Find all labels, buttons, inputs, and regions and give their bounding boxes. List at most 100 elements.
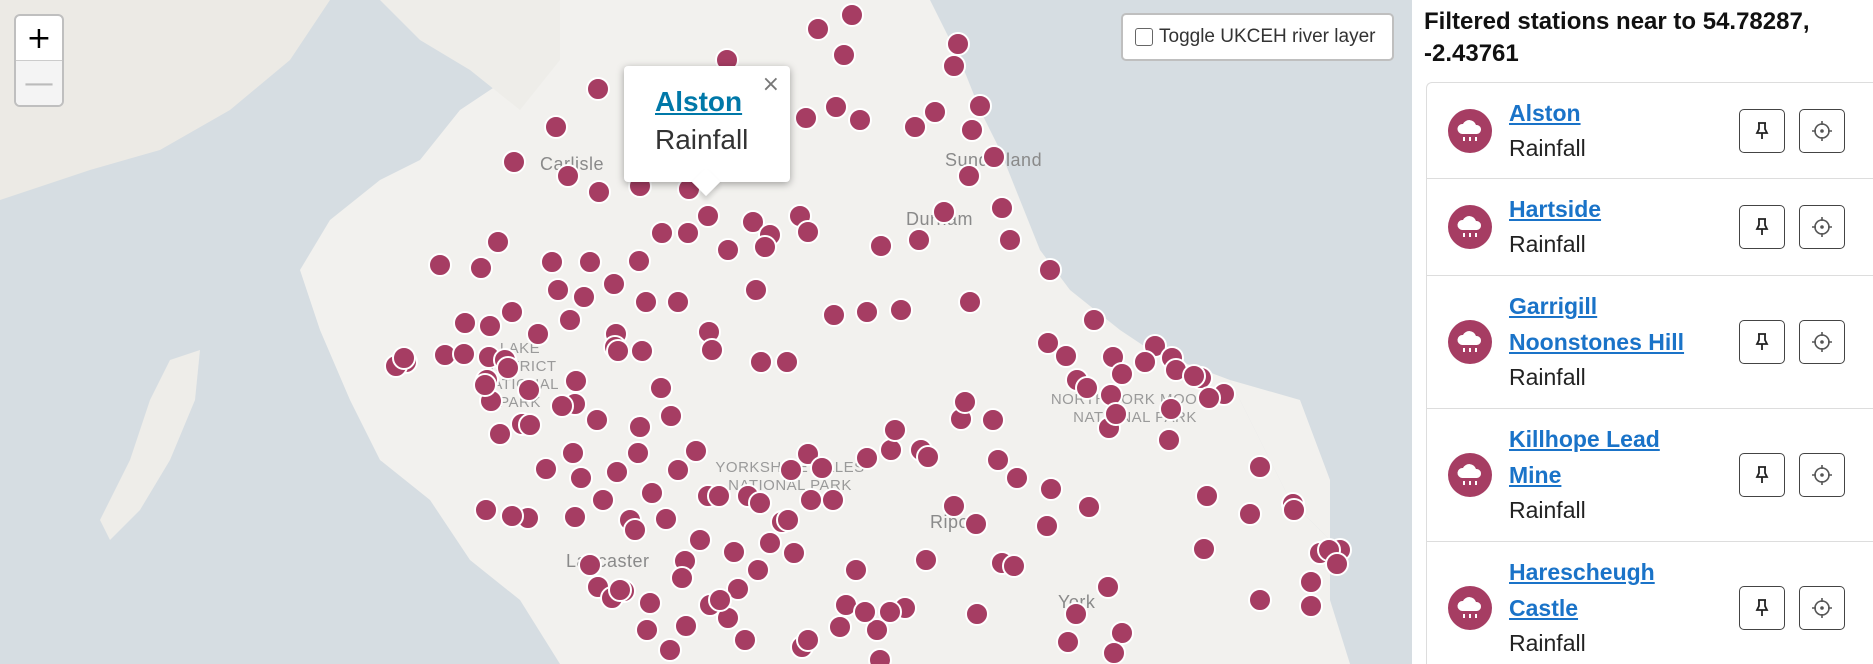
zoom-out-button[interactable]: — <box>16 60 62 105</box>
station-marker[interactable] <box>486 230 510 254</box>
station-marker[interactable] <box>749 350 773 374</box>
station-marker[interactable] <box>914 548 938 572</box>
locate-button[interactable] <box>1799 453 1845 497</box>
station-marker[interactable] <box>496 356 520 380</box>
station-marker[interactable] <box>923 100 947 124</box>
station-marker[interactable] <box>1054 344 1078 368</box>
station-marker[interactable] <box>753 235 777 259</box>
station-marker[interactable] <box>796 220 820 244</box>
station-marker[interactable] <box>883 418 907 442</box>
station-marker[interactable] <box>953 390 977 414</box>
station-marker[interactable] <box>602 272 626 296</box>
station-marker[interactable] <box>1082 308 1106 332</box>
station-marker[interactable] <box>916 445 940 469</box>
station-marker[interactable] <box>1248 588 1272 612</box>
station-marker[interactable] <box>822 303 846 327</box>
station-marker[interactable] <box>824 95 848 119</box>
pin-button[interactable] <box>1739 205 1785 249</box>
station-marker[interactable] <box>1299 570 1323 594</box>
station-name-link[interactable]: Harescheugh Castle <box>1509 554 1699 626</box>
station-marker[interactable] <box>638 591 662 615</box>
station-marker[interactable] <box>392 346 416 370</box>
station-marker[interactable] <box>526 322 550 346</box>
station-marker[interactable] <box>478 314 502 338</box>
station-marker[interactable] <box>796 628 820 652</box>
station-marker[interactable] <box>1325 552 1349 576</box>
station-marker[interactable] <box>630 339 654 363</box>
station-marker[interactable] <box>733 628 757 652</box>
station-marker[interactable] <box>855 446 879 470</box>
station-marker[interactable] <box>572 285 596 309</box>
station-marker[interactable] <box>550 394 574 418</box>
station-marker[interactable] <box>1039 477 1063 501</box>
station-marker[interactable] <box>563 505 587 529</box>
station-marker[interactable] <box>628 415 652 439</box>
station-marker[interactable] <box>700 338 724 362</box>
station-marker[interactable] <box>1248 455 1272 479</box>
station-marker[interactable] <box>569 466 593 490</box>
station-marker[interactable] <box>832 43 856 67</box>
station-marker[interactable] <box>1159 397 1183 421</box>
station-marker[interactable] <box>998 228 1022 252</box>
station-marker[interactable] <box>1056 630 1080 654</box>
station-marker[interactable] <box>1077 495 1101 519</box>
station-marker[interactable] <box>707 484 731 508</box>
station-marker[interactable] <box>640 481 664 505</box>
station-marker[interactable] <box>684 439 708 463</box>
station-marker[interactable] <box>779 458 803 482</box>
station-marker[interactable] <box>540 250 564 274</box>
station-marker[interactable] <box>810 456 834 480</box>
station-marker[interactable] <box>840 3 864 27</box>
pin-button[interactable] <box>1739 109 1785 153</box>
station-marker[interactable] <box>957 164 981 188</box>
station-marker[interactable] <box>608 578 632 602</box>
pin-button[interactable] <box>1739 586 1785 630</box>
station-marker[interactable] <box>1195 484 1219 508</box>
station-marker[interactable] <box>748 491 772 515</box>
station-marker[interactable] <box>1038 258 1062 282</box>
popup-station-link[interactable]: Alston <box>655 86 742 118</box>
station-marker[interactable] <box>502 150 526 174</box>
station-marker[interactable] <box>868 648 892 664</box>
station-marker[interactable] <box>828 615 852 639</box>
station-marker[interactable] <box>1035 514 1059 538</box>
station-marker[interactable] <box>1157 428 1181 452</box>
station-marker[interactable] <box>1110 362 1134 386</box>
station-marker[interactable] <box>1096 575 1120 599</box>
station-marker[interactable] <box>1282 498 1306 522</box>
station-marker[interactable] <box>746 558 770 582</box>
station-marker[interactable] <box>794 106 818 130</box>
station-marker[interactable] <box>534 457 558 481</box>
station-marker[interactable] <box>907 228 931 252</box>
station-marker[interactable] <box>1192 537 1216 561</box>
station-marker[interactable] <box>453 311 477 335</box>
station-marker[interactable] <box>982 145 1006 169</box>
station-marker[interactable] <box>666 290 690 314</box>
station-marker[interactable] <box>556 164 580 188</box>
station-marker[interactable] <box>942 494 966 518</box>
station-marker[interactable] <box>1102 641 1126 664</box>
station-marker[interactable] <box>578 250 602 274</box>
station-marker[interactable] <box>1104 402 1128 426</box>
station-marker[interactable] <box>853 600 877 624</box>
station-marker[interactable] <box>605 460 629 484</box>
station-marker[interactable] <box>1238 502 1262 526</box>
station-marker[interactable] <box>428 253 452 277</box>
station-marker[interactable] <box>990 196 1014 220</box>
station-marker[interactable] <box>806 17 830 41</box>
station-marker[interactable] <box>561 441 585 465</box>
station-marker[interactable] <box>634 290 658 314</box>
station-marker[interactable] <box>544 115 568 139</box>
station-marker[interactable] <box>776 508 800 532</box>
station-marker[interactable] <box>452 342 476 366</box>
station-marker[interactable] <box>960 118 984 142</box>
locate-button[interactable] <box>1799 586 1845 630</box>
station-marker[interactable] <box>696 204 720 228</box>
station-marker[interactable] <box>670 566 694 590</box>
station-marker[interactable] <box>674 614 698 638</box>
station-marker[interactable] <box>654 507 678 531</box>
station-marker[interactable] <box>558 308 582 332</box>
station-marker[interactable] <box>821 488 845 512</box>
station-marker[interactable] <box>942 54 966 78</box>
station-marker[interactable] <box>708 588 732 612</box>
